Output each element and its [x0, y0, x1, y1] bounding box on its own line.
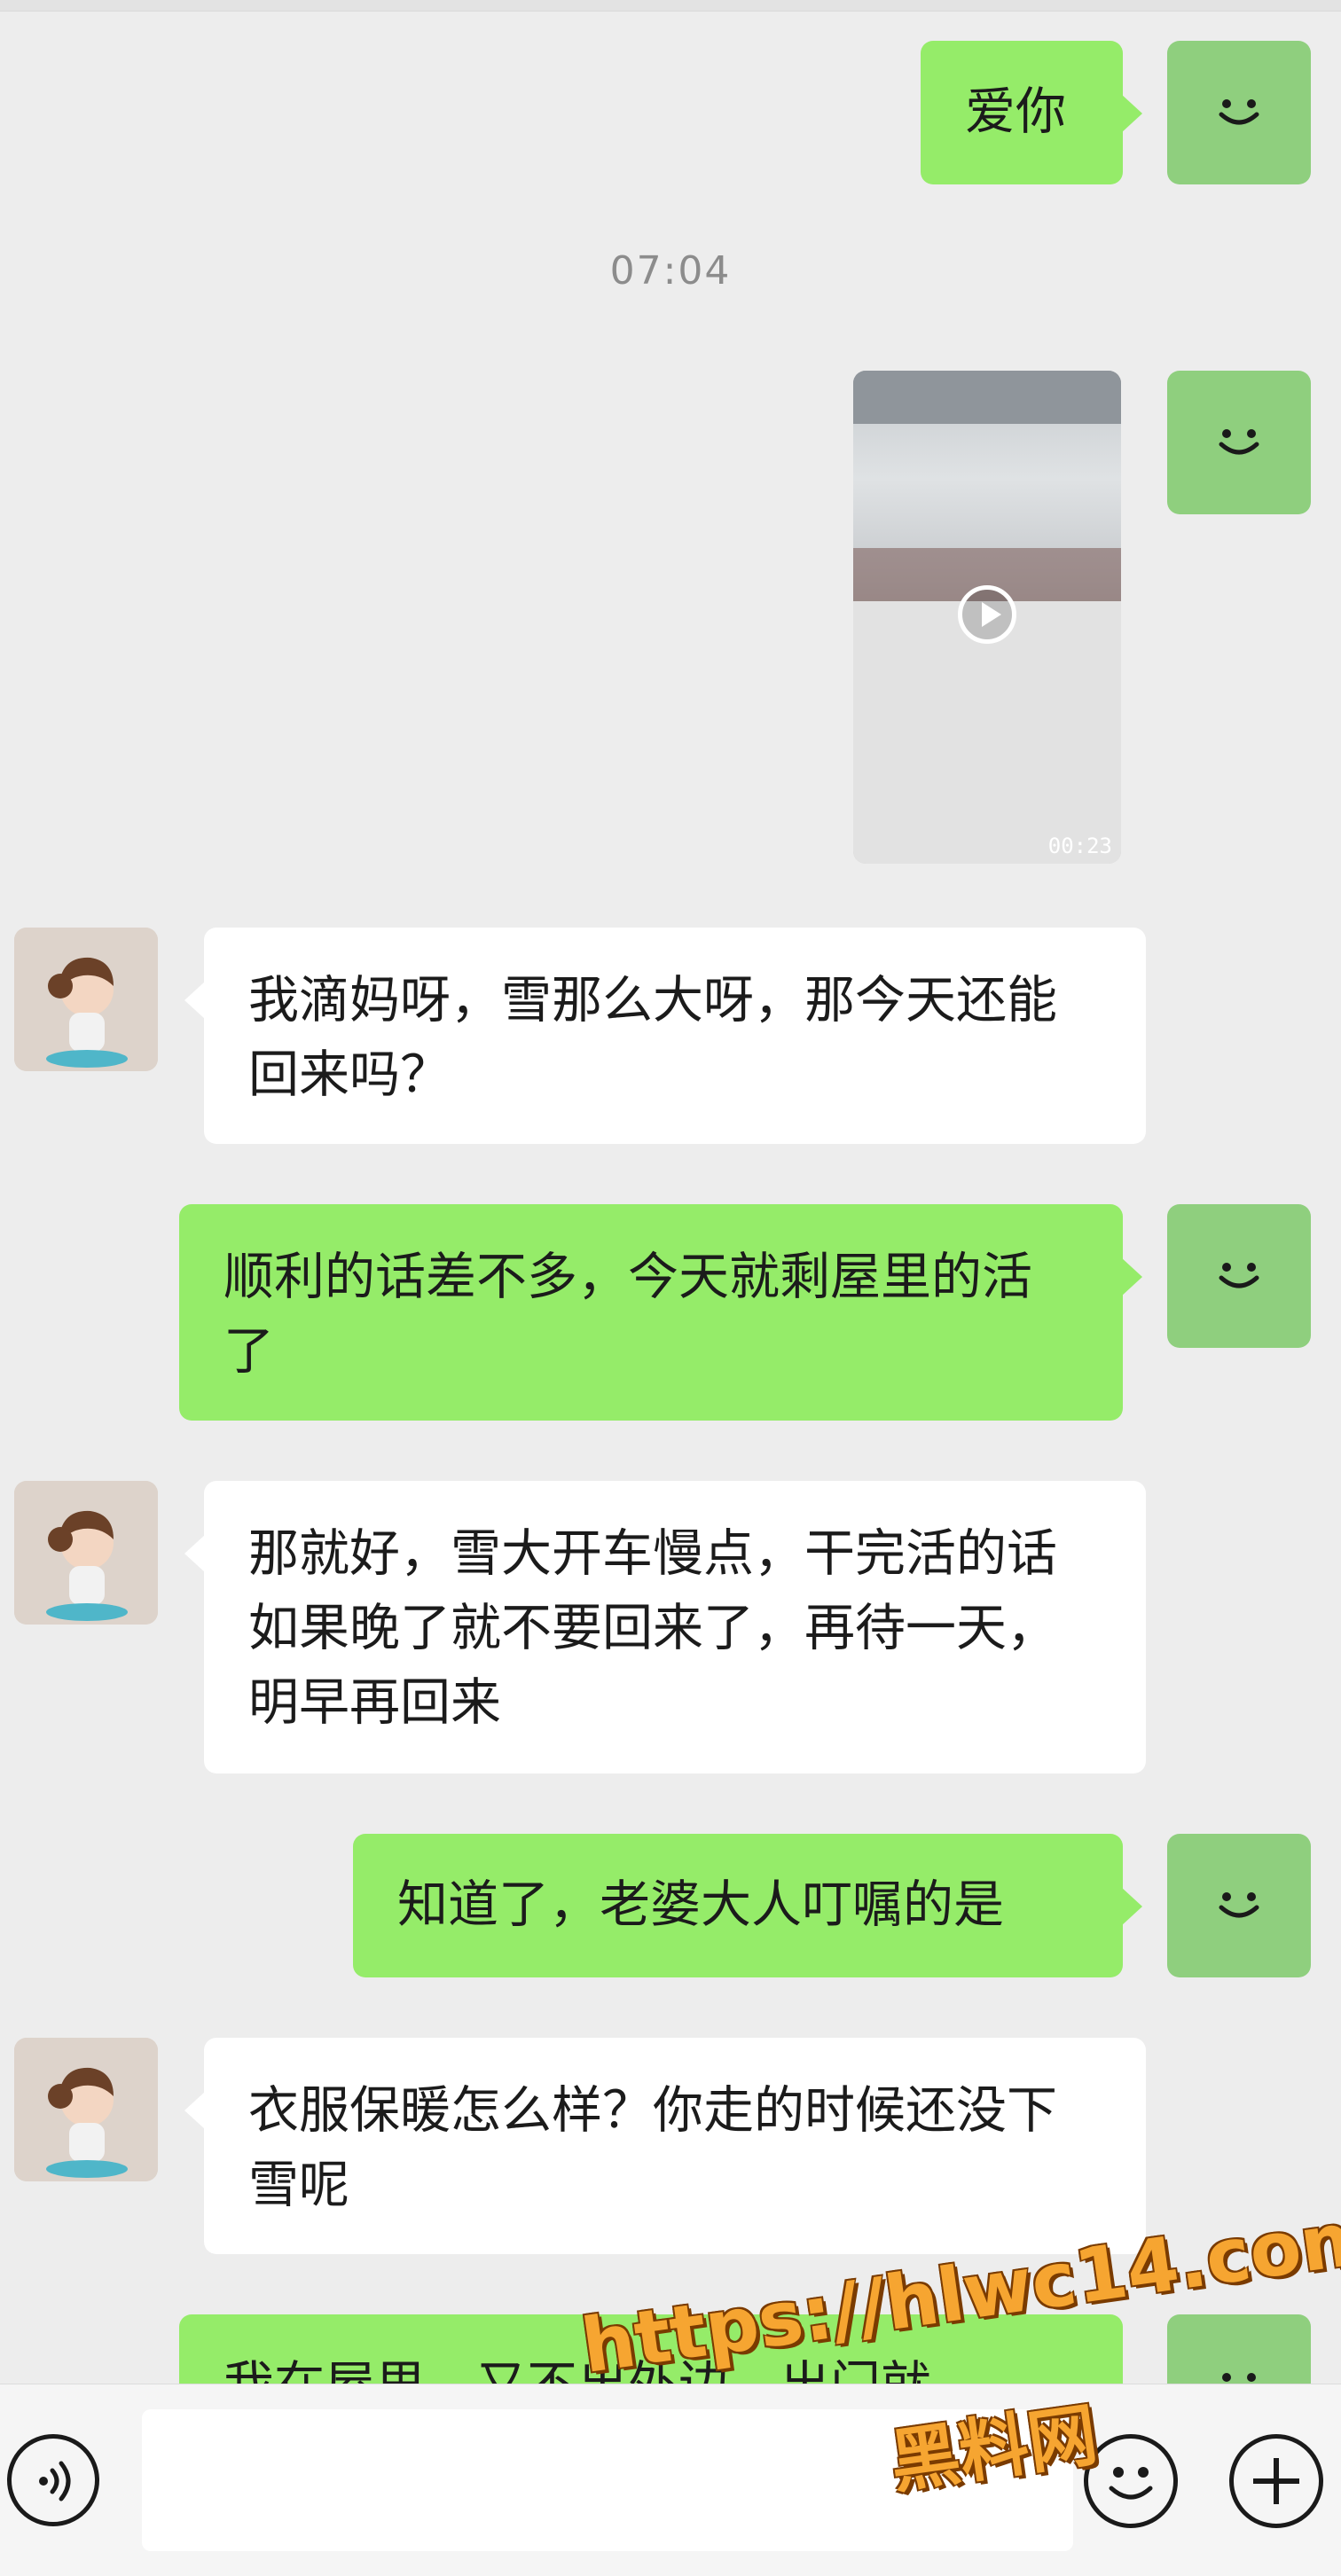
sender-avatar[interactable] — [1167, 1834, 1311, 1977]
video-thumbnail-building — [853, 371, 1121, 424]
voice-input-icon — [39, 2461, 71, 2502]
received-message-bubble[interactable]: 我滴妈呀，雪那么大呀，那今天还能回来吗？ — [184, 928, 1146, 1144]
more-options-button[interactable] — [1229, 2434, 1323, 2528]
message-text: 我滴妈呀，雪那么大呀，那今天还能回来吗？ — [248, 971, 1057, 1104]
message-input[interactable] — [142, 2409, 1073, 2551]
cartoon-girl-avatar — [14, 928, 158, 1071]
smiley-face-icon — [1222, 2373, 1256, 2382]
emoji-icon — [1109, 2467, 1153, 2500]
emoji-button[interactable] — [1084, 2434, 1178, 2528]
video-duration: 00:23 — [1047, 834, 1112, 858]
message-text: 衣服保暖怎么样？你走的时候还没下雪呢 — [248, 2081, 1057, 2214]
contact-avatar[interactable] — [14, 2038, 158, 2181]
chat-message-list[interactable]: 爱你 07:04 00:23 我滴妈呀，雪那么大呀，那今天还能回来吗？ 顺利的话… — [0, 0, 1341, 2384]
sent-message-bubble[interactable]: 我在屋里，又不出外边，出门就 — [179, 2314, 1123, 2384]
smiley-face-icon — [1219, 1263, 1259, 1288]
sender-avatar[interactable] — [1167, 1204, 1311, 1348]
contact-avatar[interactable] — [14, 928, 158, 1071]
sent-message-bubble[interactable]: 爱你 — [921, 41, 1142, 184]
sent-message-bubble[interactable]: 知道了，老婆大人叮嘱的是 — [353, 1834, 1142, 1977]
smiley-face-icon — [1219, 429, 1259, 455]
cartoon-girl-avatar — [14, 1481, 158, 1625]
sender-avatar[interactable] — [1167, 371, 1311, 514]
play-icon[interactable] — [958, 585, 1016, 644]
sent-message-bubble[interactable]: 顺利的话差不多，今天就剩屋里的活了 — [179, 1204, 1142, 1421]
voice-input-button[interactable] — [7, 2434, 99, 2526]
cartoon-girl-avatar — [14, 2038, 158, 2181]
smiley-face-icon — [1219, 99, 1259, 125]
message-text: 那就好，雪大开车慢点，干完活的话如果晚了就不要回来了，再待一天，明早再回来 — [248, 1524, 1057, 1732]
contact-avatar[interactable] — [14, 1481, 158, 1625]
chat-input-bar — [0, 2384, 1341, 2576]
received-message-bubble[interactable]: 那就好，雪大开车慢点，干完活的话如果晚了就不要回来了，再待一天，明早再回来 — [184, 1481, 1146, 1773]
video-message[interactable]: 00:23 — [853, 371, 1121, 864]
message-text: 我在屋里，又不出外边，出门就 — [224, 2356, 931, 2384]
timestamp: 07:04 — [609, 248, 732, 294]
message-text: 爱你 — [965, 82, 1066, 141]
message-text: 顺利的话差不多，今天就剩屋里的活了 — [224, 1248, 1032, 1381]
received-message-bubble[interactable]: 衣服保暖怎么样？你走的时候还没下雪呢 — [184, 2038, 1146, 2254]
message-text: 知道了，老婆大人叮嘱的是 — [397, 1875, 1004, 1934]
sender-avatar[interactable] — [1167, 2314, 1311, 2384]
smiley-face-icon — [1219, 1892, 1259, 1918]
sender-avatar[interactable] — [1167, 41, 1311, 184]
